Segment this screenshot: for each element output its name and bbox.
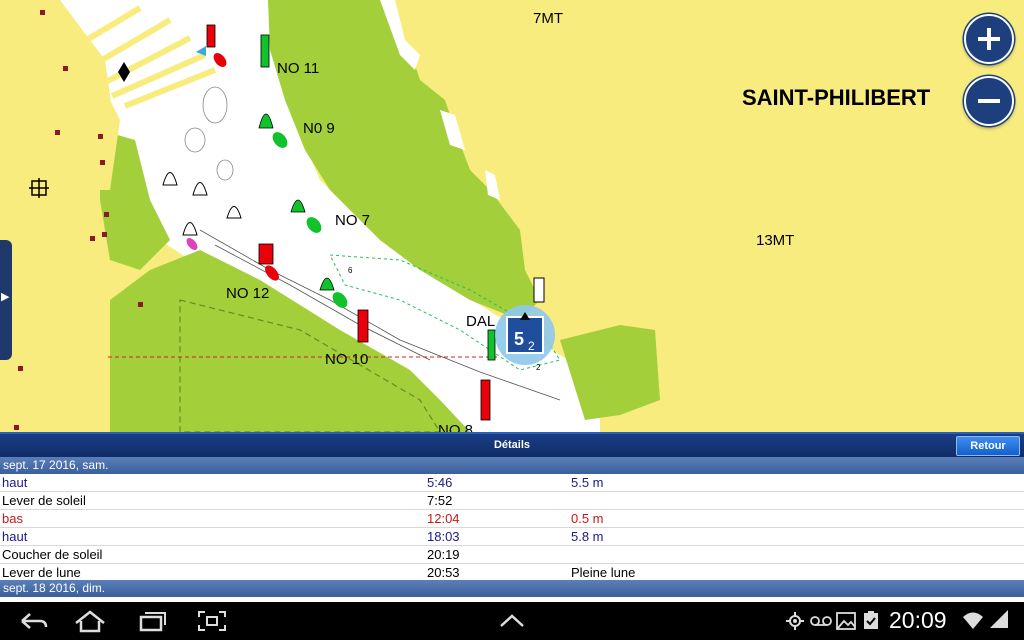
tide-icon-big: 5 xyxy=(514,329,524,349)
clipboard-icon xyxy=(864,611,878,629)
screenshot-icon[interactable] xyxy=(196,609,228,633)
recent-apps-icon[interactable] xyxy=(134,609,170,633)
plus-icon xyxy=(978,28,1000,50)
up-chevron-icon[interactable] xyxy=(498,609,526,633)
home-icon[interactable] xyxy=(72,609,108,633)
event-value: 5.8 m xyxy=(571,529,604,544)
landmark-icon xyxy=(29,178,49,198)
tide-event-row[interactable]: bas 12:04 0.5 m xyxy=(0,510,1024,528)
buoy-label-no11: NO 11 xyxy=(277,60,320,77)
system-nav-bar: 20:09 xyxy=(0,602,1024,640)
buoy-label-no8: NO 8 xyxy=(438,422,474,432)
event-label: Lever de soleil xyxy=(2,493,86,508)
event-label: haut xyxy=(2,475,28,490)
back-icon[interactable] xyxy=(14,609,50,633)
handle-arrow-icon: ▶ xyxy=(1,291,10,303)
event-time: 18:03 xyxy=(427,529,460,544)
svg-text:6: 6 xyxy=(348,266,353,275)
buoy-label-no12: NO 12 xyxy=(226,285,270,302)
clock: 20:09 xyxy=(889,607,947,633)
event-value: 0.5 m xyxy=(571,511,604,526)
place-name: SAINT-PHILIBERT xyxy=(742,85,931,110)
chart-map[interactable]: 7 6 2 xyxy=(0,0,1024,432)
event-time: 12:04 xyxy=(427,511,460,526)
wifi-icon xyxy=(963,612,983,629)
event-label: bas xyxy=(2,511,23,526)
gps-icon xyxy=(786,612,804,630)
map-label-dal: DAL xyxy=(466,313,496,330)
event-time: 20:19 xyxy=(427,547,460,562)
buoy-label-no10: NO 10 xyxy=(325,351,369,368)
event-label: Coucher de soleil xyxy=(2,547,103,562)
signal-icon xyxy=(990,610,1008,628)
buoy-label-no7: NO 7 xyxy=(335,212,371,229)
zoom-out-button[interactable] xyxy=(964,76,1014,126)
map-label-13mt: 13MT xyxy=(756,232,795,249)
tide-event-row[interactable]: haut 5:46 5.5 m xyxy=(0,474,1024,492)
map-canvas[interactable]: 7 6 2 xyxy=(0,0,1024,432)
zoom-in-button[interactable] xyxy=(964,14,1014,64)
tide-icon-small: 2 xyxy=(528,339,535,353)
details-header: Détails Retour xyxy=(0,432,1024,458)
voicemail-icon xyxy=(810,616,832,626)
map-label-7mt: 7MT xyxy=(533,10,563,27)
tide-event-row[interactable]: haut 18:03 5.8 m xyxy=(0,528,1024,546)
tide-details-panel: Détails Retour sept. 17 2016, sam. haut 5… xyxy=(0,432,1024,602)
tide-event-row[interactable]: Lever de soleil 7:52 xyxy=(0,492,1024,510)
event-label: haut xyxy=(2,529,28,544)
tide-station-icon: 5 2 xyxy=(495,305,555,365)
event-value: 5.5 m xyxy=(571,475,604,490)
side-panel-handle[interactable]: ▶ xyxy=(0,240,12,360)
event-time: 5:46 xyxy=(427,475,453,490)
details-title: Détails xyxy=(493,439,531,451)
event-time: 7:52 xyxy=(427,493,453,508)
lighthouse-icon xyxy=(533,277,545,303)
svg-text:2: 2 xyxy=(536,363,541,372)
day-header: sept. 18 2016, dim. xyxy=(0,580,1024,597)
minus-icon xyxy=(978,99,1000,103)
tide-event-row[interactable]: Coucher de soleil 20:19 xyxy=(0,546,1024,564)
gallery-icon xyxy=(836,612,856,630)
buoy-label-no9: N0 9 xyxy=(303,120,335,137)
day-header: sept. 17 2016, sam. xyxy=(0,457,1024,474)
back-button[interactable]: Retour xyxy=(956,436,1020,456)
